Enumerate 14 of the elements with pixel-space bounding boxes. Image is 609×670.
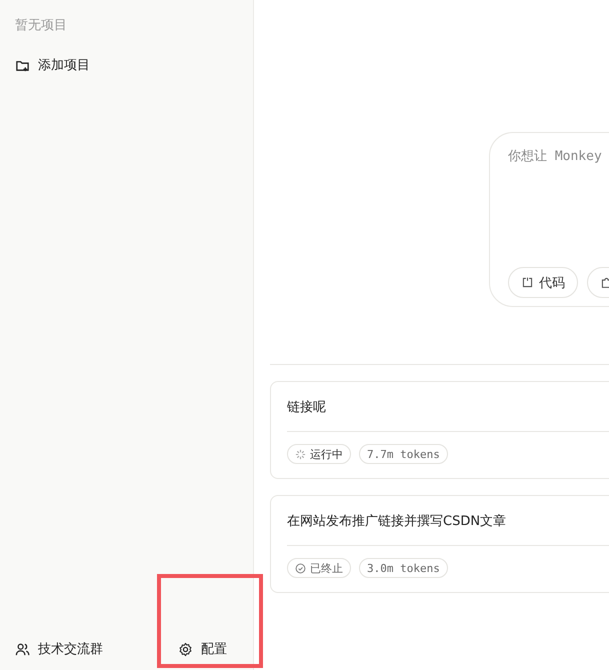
status-tag: 运行中 bbox=[287, 444, 351, 464]
token-count: 3.0m tokens bbox=[359, 558, 448, 578]
empty-projects-text: 暂无项目 bbox=[15, 17, 68, 35]
token-count: 7.7m tokens bbox=[359, 444, 448, 464]
add-project-button[interactable]: 添加项目 bbox=[15, 56, 90, 74]
group-chat-button[interactable]: 技术交流群 bbox=[15, 640, 103, 658]
status-tag: 已终止 bbox=[287, 558, 351, 578]
settings-button[interactable]: 配置 bbox=[178, 640, 227, 658]
task-card[interactable]: 链接呢 运行中 7.7m tokens bbox=[270, 381, 609, 479]
prompt-input[interactable]: 你想让 Monkey bbox=[508, 149, 609, 164]
task-title: 链接呢 bbox=[287, 399, 327, 415]
task-card[interactable]: 在网站发布推广链接并撰写CSDN文章 已终止 3.0m tokens bbox=[270, 495, 609, 593]
task-title: 在网站发布推广链接并撰写CSDN文章 bbox=[287, 513, 508, 529]
code-chip[interactable]: 代码 bbox=[508, 267, 578, 298]
